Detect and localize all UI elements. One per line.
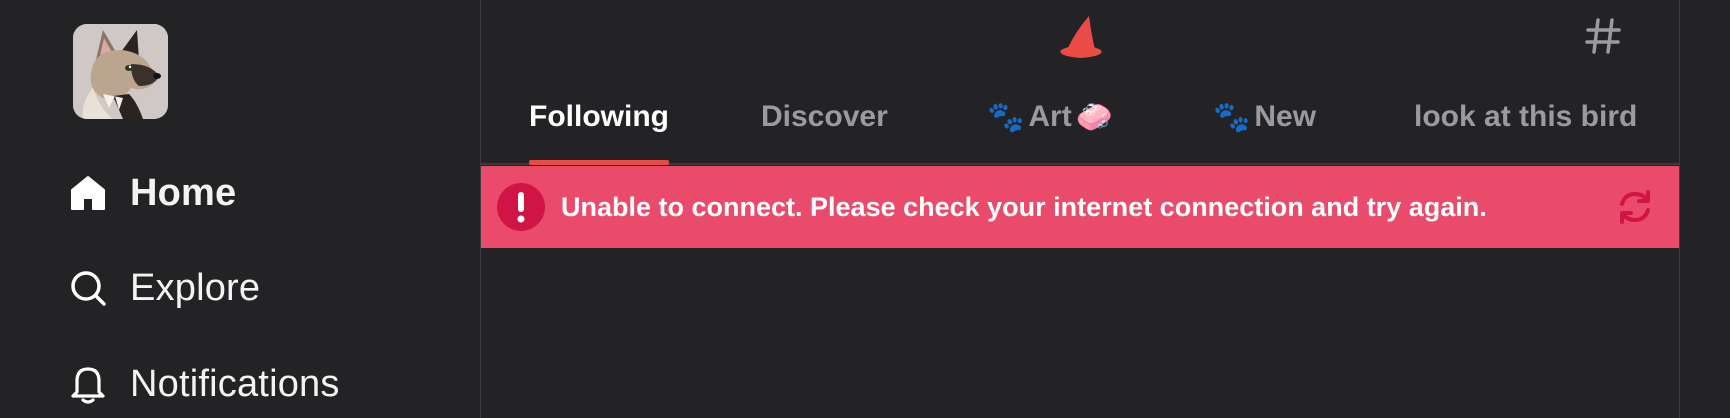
- tab-look-at-this-bird[interactable]: look at this bird: [1414, 90, 1637, 163]
- paw-prints-icon: 🐾: [987, 101, 1025, 134]
- left-sidebar: Home Explore Notifications: [0, 0, 480, 418]
- hash-icon: [1585, 18, 1621, 54]
- house-icon: [68, 173, 108, 213]
- soap-icon: 🧼: [1075, 101, 1114, 134]
- tab-following[interactable]: Following: [529, 90, 669, 165]
- sidebar-item-label: Notifications: [130, 362, 340, 405]
- refresh-icon: [1620, 190, 1650, 224]
- tab-label: Art: [1028, 100, 1072, 133]
- sidebar-item-label: Explore: [130, 266, 261, 309]
- tab-label: look at this bird: [1414, 100, 1638, 133]
- search-icon: [68, 268, 108, 308]
- tab-art[interactable]: 🐾 Art 🧼: [983, 90, 1117, 163]
- sidebar-item-explore[interactable]: Explore: [68, 263, 260, 313]
- tab-discover[interactable]: Discover: [761, 90, 888, 163]
- dog-avatar-icon: [73, 24, 168, 119]
- bell-icon: [68, 364, 108, 404]
- tab-new[interactable]: 🐾 New: [1209, 90, 1316, 163]
- witch-hat-icon: [1060, 16, 1102, 58]
- error-message: Unable to connect. Please check your int…: [561, 191, 1487, 222]
- sidebar-item-label: Home: [130, 171, 237, 214]
- feed-tabs: Following Discover 🐾 Art 🧼 🐾 New look at…: [481, 90, 1679, 165]
- paw-prints-icon: 🐾: [1213, 101, 1251, 134]
- exclamation-icon: [497, 183, 545, 231]
- feeds-button[interactable]: [1579, 12, 1627, 60]
- user-avatar[interactable]: [73, 24, 168, 119]
- retry-button[interactable]: [1613, 185, 1657, 229]
- main-feed-column: Following Discover 🐾 Art 🧼 🐾 New look at…: [480, 0, 1680, 418]
- app-window: Home Explore Notifications Following Dis…: [0, 0, 1730, 418]
- tab-label: Following: [529, 100, 669, 133]
- sidebar-item-notifications[interactable]: Notifications: [68, 359, 340, 409]
- sidebar-item-home[interactable]: Home: [68, 168, 236, 218]
- app-logo[interactable]: [1053, 12, 1109, 62]
- tab-label: New: [1254, 100, 1317, 133]
- tab-label: Discover: [761, 100, 888, 133]
- connection-error-banner: Unable to connect. Please check your int…: [481, 166, 1679, 248]
